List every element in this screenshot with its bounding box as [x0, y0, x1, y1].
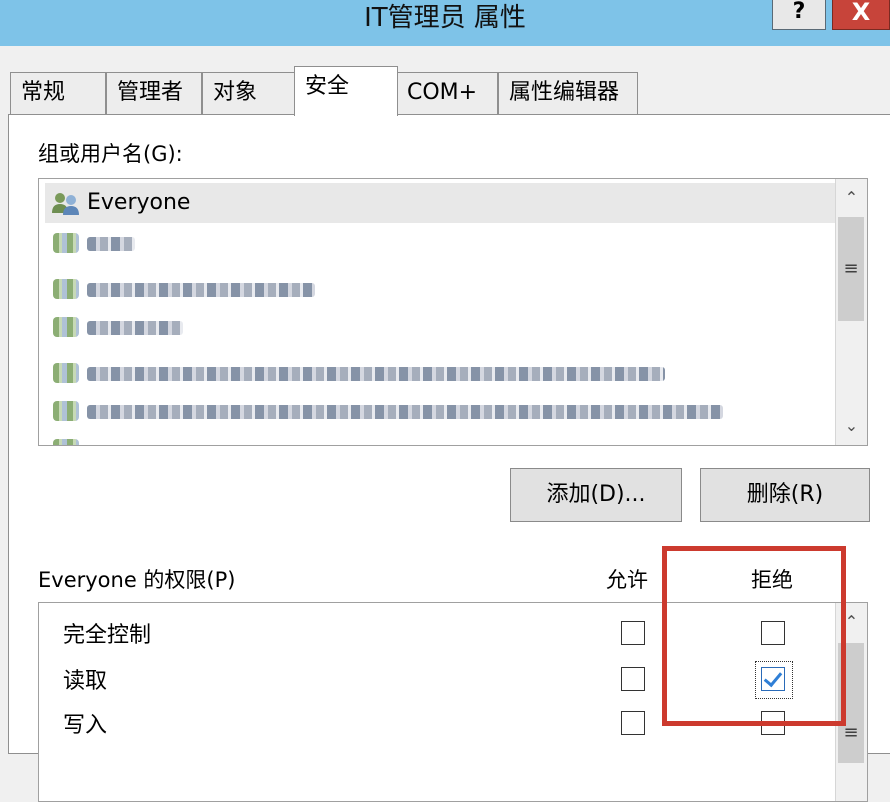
- allow-column-header: 允许: [606, 568, 648, 592]
- tab-security[interactable]: 安全: [294, 66, 398, 116]
- title-bar: IT管理员 属性 ? X: [0, 0, 890, 46]
- user-group-icon: [53, 401, 79, 421]
- allow-read-checkbox[interactable]: [621, 667, 645, 691]
- redacted-text: [87, 405, 723, 419]
- tab-com-plus[interactable]: COM+: [396, 72, 498, 114]
- tab-attribute-editor[interactable]: 属性编辑器: [498, 72, 638, 114]
- list-item-everyone[interactable]: Everyone: [45, 183, 835, 223]
- user-group-icon: [53, 363, 79, 383]
- group-list-scrollbar[interactable]: ⌃ ≡ ⌄: [835, 179, 867, 445]
- add-button[interactable]: 添加(D)...: [510, 468, 682, 522]
- help-button[interactable]: ?: [772, 0, 826, 30]
- group-user-list[interactable]: Everyone ⌃ ≡ ⌄: [38, 178, 868, 446]
- user-group-icon: [52, 193, 79, 215]
- list-item-redacted[interactable]: [45, 429, 835, 445]
- permission-name: 完全控制: [63, 623, 152, 648]
- redacted-text: [87, 367, 665, 381]
- deny-column-highlight: [662, 546, 846, 726]
- permission-name: 写入: [63, 713, 108, 738]
- redacted-text: [87, 283, 315, 297]
- scroll-up-icon[interactable]: ⌃: [837, 183, 866, 213]
- groups-label: 组或用户名(G):: [38, 142, 183, 166]
- user-group-icon: [53, 317, 79, 337]
- permission-name: 读取: [63, 669, 108, 694]
- list-item-redacted[interactable]: [45, 353, 835, 393]
- allow-full-control-checkbox[interactable]: [621, 621, 645, 645]
- user-group-icon: [53, 279, 79, 299]
- user-group-icon: [53, 439, 79, 445]
- list-item-label: Everyone: [87, 190, 191, 215]
- tab-managed-by[interactable]: 管理者: [106, 72, 202, 114]
- list-item-redacted[interactable]: [45, 391, 835, 431]
- list-item-redacted[interactable]: [45, 269, 835, 309]
- permissions-label: Everyone 的权限(P): [38, 568, 236, 592]
- close-button[interactable]: X: [832, 0, 890, 30]
- window-title: IT管理员 属性: [364, 3, 526, 33]
- scroll-thumb[interactable]: ≡: [838, 217, 864, 321]
- tab-general[interactable]: 常规: [10, 72, 106, 114]
- redacted-text: [87, 321, 183, 335]
- scroll-down-icon[interactable]: ⌄: [837, 411, 866, 441]
- list-item-redacted[interactable]: [45, 307, 835, 347]
- list-item-redacted[interactable]: [45, 223, 835, 263]
- remove-button[interactable]: 删除(R): [700, 468, 870, 522]
- user-group-icon: [53, 233, 79, 253]
- redacted-text: [87, 237, 135, 251]
- tab-object[interactable]: 对象: [202, 72, 296, 114]
- allow-write-checkbox[interactable]: [621, 711, 645, 735]
